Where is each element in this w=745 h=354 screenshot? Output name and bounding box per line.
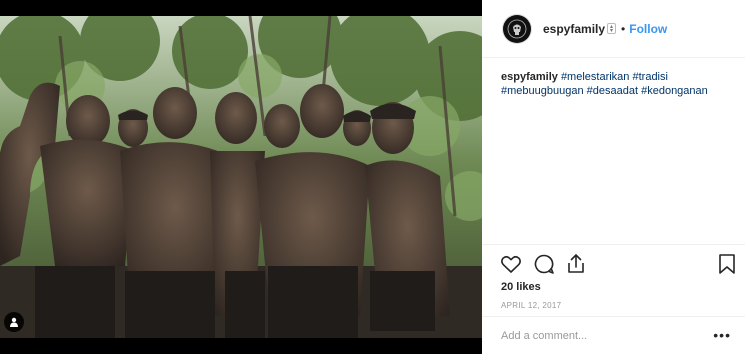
likes-count[interactable]: 20 likes	[501, 281, 541, 293]
post-photo	[0, 16, 482, 338]
action-bar	[482, 244, 745, 282]
comment-input[interactable]	[501, 329, 701, 342]
share-button[interactable]	[564, 252, 588, 276]
like-button[interactable]	[499, 252, 523, 276]
comment-bar: •••	[482, 316, 745, 354]
speech-bubble-icon	[534, 254, 554, 274]
hashtag-link[interactable]: #kedonganan	[641, 85, 708, 97]
follow-button[interactable]: Follow	[629, 22, 667, 36]
account-switch-icon[interactable]: ▴ ▾	[607, 23, 617, 34]
heart-icon	[501, 255, 521, 273]
hashtag-link[interactable]: #tradisi	[632, 71, 667, 83]
post-header: espyfamily ▴ ▾ • Follow	[482, 0, 745, 58]
avatar[interactable]	[503, 14, 531, 43]
post-caption: espyfamily #melestarikan #tradisi #mebuu…	[501, 70, 737, 98]
post-date: APRIL 12, 2017	[501, 301, 562, 310]
more-options-button[interactable]: •••	[713, 328, 731, 342]
header-username[interactable]: espyfamily	[543, 22, 605, 36]
save-button[interactable]	[715, 252, 739, 276]
bookmark-icon	[719, 254, 735, 274]
hashtag-link[interactable]: #melestarikan	[561, 71, 629, 83]
share-icon	[568, 253, 584, 273]
caption-author[interactable]: espyfamily	[501, 71, 558, 83]
person-icon	[10, 317, 18, 327]
post-media[interactable]	[0, 0, 482, 354]
comment-button[interactable]	[532, 252, 556, 276]
skull-logo-icon	[507, 19, 527, 38]
post-side-panel: espyfamily ▴ ▾ • Follow espyfamily #meles…	[482, 0, 745, 354]
hashtag-link[interactable]: #mebuugbuugan	[501, 85, 584, 97]
separator-dot: •	[621, 21, 626, 36]
tagged-users-button[interactable]	[4, 312, 24, 332]
hashtag-link[interactable]: #desaadat	[587, 85, 638, 97]
